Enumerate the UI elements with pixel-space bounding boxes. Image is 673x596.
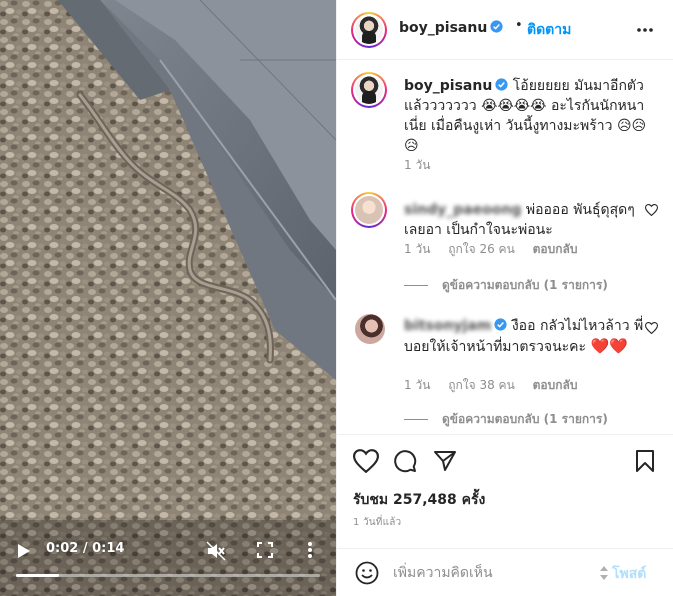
- author-username-row: boy_pisanu: [399, 20, 503, 36]
- comment-like-icon[interactable]: [645, 204, 658, 216]
- view-replies-button[interactable]: ดูข้อความตอบกลับ (1 รายการ): [404, 276, 608, 295]
- caption-meta: 1 วัน: [404, 156, 444, 175]
- video-controls: 0:02 / 0:14: [0, 530, 336, 596]
- comment-like-icon[interactable]: [645, 322, 658, 334]
- view-replies-button[interactable]: ดูข้อความตอบกลับ (1 รายการ): [404, 410, 608, 429]
- heart-icon[interactable]: [353, 449, 379, 473]
- share-icon[interactable]: [433, 449, 457, 473]
- comment-emojis: ❤️❤️: [590, 337, 628, 355]
- comment-username[interactable]: bitsonyjam: [404, 318, 491, 334]
- comment-age[interactable]: 1 วัน: [404, 242, 430, 256]
- post-header: boy_pisanu • ติดตาม: [337, 0, 673, 60]
- posted-time[interactable]: 1 วันที่แล้ว: [353, 515, 401, 530]
- comments-list[interactable]: boy_pisanu โอ้ยยยยย มันมาอีกตัวแล้วววววว…: [337, 60, 673, 434]
- caption-age[interactable]: 1 วัน: [404, 158, 430, 172]
- video-more-icon[interactable]: [306, 540, 314, 560]
- comment: bitsonyjam งืออ กลัวไม่ไหวล้าว พี่บอยให้…: [404, 316, 644, 357]
- comment-likes[interactable]: ถูกใจ 26 คน: [448, 242, 515, 256]
- video-player[interactable]: 0:02 / 0:14: [0, 0, 336, 596]
- comment-username[interactable]: sindy_paeoong: [404, 202, 521, 218]
- comment: sindy_paeoong พ่ออออ พันธุ์ดุสุดๆเลยอา เ…: [404, 200, 644, 240]
- caption: boy_pisanu โอ้ยยยยย มันมาอีกตัวแล้วววววว…: [404, 76, 660, 156]
- muted-icon[interactable]: [206, 541, 226, 561]
- emoji-icon[interactable]: [355, 561, 379, 585]
- author-avatar[interactable]: [351, 12, 387, 48]
- comment-meta: 1 วัน ถูกใจ 26 คน ตอบกลับ: [404, 240, 591, 259]
- post-panel: boy_pisanu • ติดตาม boy_pisanu โอ้ยยยยย …: [336, 0, 673, 596]
- comment-meta: 1 วัน ถูกใจ 38 คน ตอบกลับ: [404, 376, 591, 395]
- comment-age[interactable]: 1 วัน: [404, 378, 430, 392]
- author-username[interactable]: boy_pisanu: [399, 20, 487, 36]
- separator-dot: •: [515, 18, 523, 33]
- caption-avatar[interactable]: [351, 72, 387, 108]
- comment-input[interactable]: [393, 562, 593, 584]
- follow-button[interactable]: ติดตาม: [527, 19, 571, 41]
- video-progress-bar[interactable]: [16, 574, 320, 577]
- verified-icon: [494, 318, 507, 331]
- post-button[interactable]: โพสต์: [599, 563, 646, 585]
- comment-icon[interactable]: [393, 449, 417, 473]
- fullscreen-icon[interactable]: [256, 541, 274, 559]
- cursor-caret-icon: [600, 566, 608, 580]
- verified-icon: [495, 78, 508, 91]
- video-time: 0:02 / 0:14: [46, 541, 125, 556]
- replies-line: [404, 419, 428, 420]
- add-comment-bar: โพสต์: [337, 548, 673, 596]
- verified-icon: [490, 20, 503, 33]
- view-replies-label: ดูข้อความตอบกลับ (1 รายการ): [442, 278, 608, 292]
- comment-likes[interactable]: ถูกใจ 38 คน: [448, 378, 515, 392]
- comment-avatar[interactable]: [351, 192, 387, 228]
- bookmark-icon[interactable]: [635, 449, 655, 473]
- view-replies-label: ดูข้อความตอบกลับ (1 รายการ): [442, 412, 608, 426]
- view-count[interactable]: รับชม 257,488 ครั้ง: [353, 489, 485, 511]
- post-actions: รับชม 257,488 ครั้ง 1 วันที่แล้ว: [337, 434, 673, 552]
- caption-username[interactable]: boy_pisanu: [404, 78, 492, 94]
- more-options-icon[interactable]: [635, 20, 655, 40]
- play-icon[interactable]: [16, 542, 32, 560]
- video-progress-fill: [16, 574, 59, 577]
- replies-line: [404, 285, 428, 286]
- reply-button[interactable]: ตอบกลับ: [533, 242, 578, 256]
- post-label: โพสต์: [612, 566, 647, 582]
- reply-button[interactable]: ตอบกลับ: [533, 378, 578, 392]
- comment-avatar[interactable]: [355, 314, 385, 344]
- video-frame: [0, 0, 336, 596]
